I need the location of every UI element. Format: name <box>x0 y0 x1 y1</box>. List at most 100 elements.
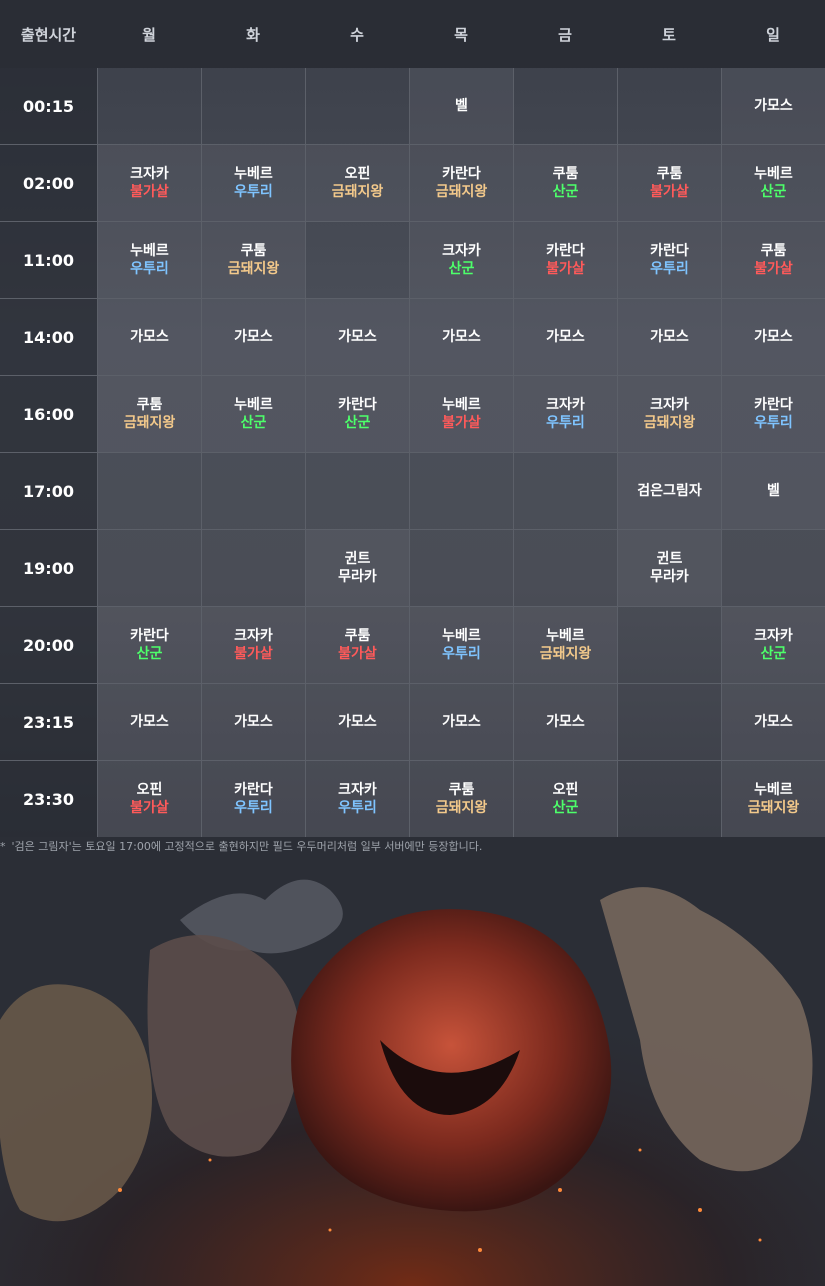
time-cell: 17:00 <box>0 453 97 529</box>
schedule-cell-sat: 귄트 무라카 <box>617 530 721 606</box>
server-tag: 산군 <box>760 184 787 200</box>
server-tag: 우투리 <box>234 800 273 816</box>
schedule-cell-fri <box>513 530 617 606</box>
schedule-cell-wed: 카란다 산군 <box>305 376 409 452</box>
server-tag: 우투리 <box>234 184 273 200</box>
schedule-cell-sat: 쿠툼 불가살 <box>617 145 721 221</box>
schedule-cell-sun: 크자카 산군 <box>721 607 825 683</box>
schedule-cell-mon: 쿠툼금돼지왕 <box>97 376 201 452</box>
schedule-cell-wed: 오핀 금돼지왕 <box>305 145 409 221</box>
boss-name: 카란다 <box>442 166 481 182</box>
table-row: 20:00 카란다 산군 크자카 불가살 쿠툼 불가살 누베르 우투리 누베르 금돼지왕 크자카 산군 <box>0 606 825 683</box>
boss-name: 크자카 <box>442 243 481 259</box>
boss-name: 가모스 <box>546 329 585 345</box>
schedule-cell-sat: 검은그림자 <box>617 453 721 529</box>
schedule-cell-tue: 가모스 <box>201 684 305 760</box>
schedule-cell-fri: 크자카 우투리 <box>513 376 617 452</box>
boss-name: 카란다 <box>338 397 377 413</box>
boss-name: 누베르 <box>546 628 585 644</box>
time-cell: 11:00 <box>0 222 97 298</box>
server-tag: 산군 <box>552 184 579 200</box>
boss-name: 누베르 <box>754 782 793 798</box>
table-row: 14:00 가모스 가모스 가모스 가모스 가모스 가모스 가모스 <box>0 298 825 375</box>
boss-name: 가모스 <box>754 329 793 345</box>
server-tag: 금돼지왕 <box>331 184 384 200</box>
server-tag: 우투리 <box>442 646 481 662</box>
header-day-thu: 목 <box>454 25 468 44</box>
schedule-cell-wed: 쿠툼 불가살 <box>305 607 409 683</box>
schedule-cell-tue: 카란다 우투리 <box>201 761 305 837</box>
schedule-cell-wed: 크자카 우투리 <box>305 761 409 837</box>
boss-name: 크자카 <box>650 397 689 413</box>
schedule-cell-mon <box>97 530 201 606</box>
schedule-cell-fri: 가모스 <box>513 299 617 375</box>
schedule-cell-thu: 크자카 산군 <box>409 222 513 298</box>
schedule-cell-thu: 쿠툼 금돼지왕 <box>409 761 513 837</box>
server-tag: 금돼지왕 <box>435 184 488 200</box>
header-day-wed: 수 <box>350 25 364 44</box>
schedule-cell-sun: 가모스 <box>721 684 825 760</box>
table-row: 17:00 검은그림자 벨 <box>0 452 825 529</box>
schedule-cell-wed: 가모스 <box>305 299 409 375</box>
server-tag: 불가살 <box>546 261 585 277</box>
boss-monsters-illustration <box>0 860 825 1286</box>
boss-name: 가모스 <box>130 329 169 345</box>
server-tag: 산군 <box>760 646 787 662</box>
schedule-cell-sat: 카란다 우투리 <box>617 222 721 298</box>
boss-name: 카란다 <box>130 628 169 644</box>
boss-name: 쿠툼 <box>240 243 267 259</box>
header-day-sun: 일 <box>766 25 780 44</box>
time-cell: 20:00 <box>0 607 97 683</box>
boss-name: 가모스 <box>754 714 793 730</box>
boss-name: 쿠툼 <box>136 397 163 413</box>
schedule-cell-sun: 쿠툼 불가살 <box>721 222 825 298</box>
boss-name: 가모스 <box>234 329 273 345</box>
boss-name: 귄트 <box>344 551 371 567</box>
server-tag: 무라카 <box>650 569 689 585</box>
schedule-cell-mon: 가모스 <box>97 299 201 375</box>
table-row: 23:15 가모스 가모스 가모스 가모스 가모스 가모스 <box>0 683 825 760</box>
schedule-cell-sat <box>617 684 721 760</box>
server-tag: 금돼지왕 <box>539 646 592 662</box>
boss-name: 가모스 <box>338 329 377 345</box>
schedule-cell-wed <box>305 453 409 529</box>
footnote-star: * <box>0 840 6 853</box>
boss-name: 카란다 <box>546 243 585 259</box>
schedule-cell-mon: 카란다산군 <box>97 607 201 683</box>
schedule-cell-tue: 누베르 산군 <box>201 376 305 452</box>
server-tag: 무라카 <box>338 569 377 585</box>
schedule-cell-mon <box>97 453 201 529</box>
server-tag: 불가살 <box>130 800 169 816</box>
boss-name: 크자카 <box>338 782 377 798</box>
boss-name: 누베르 <box>442 628 481 644</box>
time-cell: 00:15 <box>0 68 97 144</box>
schedule-cell-thu: 카란다금돼지왕 <box>409 145 513 221</box>
schedule-cell-tue: 크자카 불가살 <box>201 607 305 683</box>
schedule-cell-sat <box>617 68 721 144</box>
header-day-tue: 화 <box>246 25 260 44</box>
schedule-cell-tue <box>201 453 305 529</box>
schedule-cell-thu: 가모스 <box>409 299 513 375</box>
schedule-cell-sun: 가모스 <box>721 68 825 144</box>
time-cell: 19:00 <box>0 530 97 606</box>
schedule-cell-wed: 가모스 <box>305 684 409 760</box>
schedule-cell-tue: 쿠툼금돼지왕 <box>201 222 305 298</box>
schedule-cell-sun: 누베르 금돼지왕 <box>721 761 825 837</box>
time-cell: 23:30 <box>0 761 97 837</box>
schedule-cell-fri <box>513 453 617 529</box>
server-tag: 금돼지왕 <box>227 261 280 277</box>
boss-name: 가모스 <box>442 329 481 345</box>
server-tag: 불가살 <box>650 184 689 200</box>
boss-name: 가모스 <box>650 329 689 345</box>
boss-name: 가모스 <box>754 98 793 114</box>
boss-name: 검은그림자 <box>637 483 702 499</box>
server-tag: 우투리 <box>546 415 585 431</box>
server-tag: 불가살 <box>130 184 169 200</box>
boss-name: 쿠툼 <box>344 628 371 644</box>
schedule-cell-mon <box>97 68 201 144</box>
footnote-text: '검은 그림자'는 토요일 17:00에 고정적으로 출현하지만 필드 우두머리… <box>11 840 483 853</box>
server-tag: 산군 <box>136 646 163 662</box>
boss-name: 가모스 <box>338 714 377 730</box>
boss-name: 쿠툼 <box>552 166 579 182</box>
server-tag: 금돼지왕 <box>123 415 176 431</box>
